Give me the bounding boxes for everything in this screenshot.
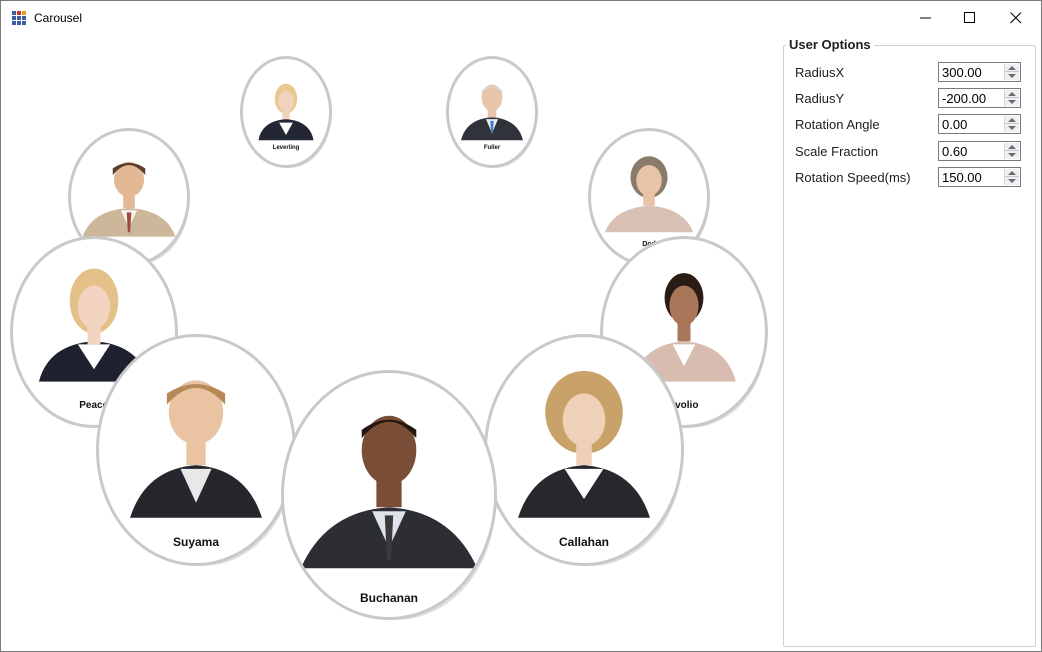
radius-x-spinner[interactable] [1004,64,1019,80]
minimize-button[interactable] [903,1,949,35]
rotation-angle-numeric[interactable]: 0.00 [938,114,1021,134]
user-options-title: User Options [786,37,874,52]
radius-y-spinner[interactable] [1004,90,1019,106]
spin-up-button[interactable] [1005,169,1019,177]
rotation-speed-value[interactable]: 150.00 [942,170,982,185]
rotation-angle-label: Rotation Angle [795,117,880,132]
carousel-item-fuller[interactable]: Fuller [446,56,538,168]
chevron-down-icon [1008,74,1016,78]
chevron-down-icon [1008,179,1016,183]
rotation-angle-spinner[interactable] [1004,116,1019,132]
close-button[interactable] [993,1,1039,35]
scale-fraction-numeric[interactable]: 0.60 [938,141,1021,161]
spin-up-button[interactable] [1005,90,1019,98]
person-photo [300,415,478,569]
chevron-down-icon [1008,153,1016,157]
radius-x-value[interactable]: 300.00 [942,65,982,80]
scale-fraction-label: Scale Fraction [795,144,879,159]
person-photo [518,370,650,518]
carousel-area[interactable]: Leverling Fuller Peaco avolio Suyama Cal… [2,36,778,650]
spin-up-button[interactable] [1005,143,1019,151]
window-title: Carousel [34,11,83,25]
scale-fraction-value[interactable]: 0.60 [942,144,967,159]
chevron-up-icon [1008,92,1016,96]
spin-down-button[interactable] [1005,72,1019,80]
title-bar[interactable]: Carousel [1,1,1041,35]
item-name-label: Suyama [172,535,220,549]
app-icon [12,11,26,25]
chevron-up-icon [1008,66,1016,70]
carousel-window: Carousel Leverling Fuller Peaco avolio S… [0,0,1042,652]
item-name-label: Fuller [483,145,501,151]
spin-down-button[interactable] [1005,124,1019,132]
chevron-down-icon [1008,126,1016,130]
spin-down-button[interactable] [1005,98,1019,106]
minimize-icon [920,17,931,19]
carousel-item-leverling[interactable]: Leverling [240,56,332,168]
carousel-item-callahan[interactable]: Callahan [484,334,684,566]
chevron-up-icon [1008,171,1016,175]
radius-x-label: RadiusX [795,65,845,80]
item-name-label: Buchanan [359,591,418,605]
user-options-group [783,45,1036,647]
scale-fraction-spinner[interactable] [1004,143,1019,159]
carousel-item-buchanan[interactable]: Buchanan [281,370,497,620]
spin-down-button[interactable] [1005,177,1019,185]
maximize-icon [964,12,975,23]
rotation-speed-label: Rotation Speed(ms) [795,170,911,185]
maximize-button[interactable] [947,1,993,35]
close-icon [1010,12,1022,24]
radius-x-numeric[interactable]: 300.00 [938,62,1021,82]
item-name-label: Leverling [272,145,300,151]
item-name-label: Callahan [558,535,609,549]
spin-up-button[interactable] [1005,64,1019,72]
spin-up-button[interactable] [1005,116,1019,124]
chevron-up-icon [1008,118,1016,122]
chevron-down-icon [1008,100,1016,104]
chevron-up-icon [1008,145,1016,149]
person-photo [130,380,262,518]
carousel-item-suyama[interactable]: Suyama [96,334,296,566]
radius-y-label: RadiusY [795,91,845,106]
rotation-angle-value[interactable]: 0.00 [942,117,967,132]
spin-down-button[interactable] [1005,151,1019,159]
rotation-speed-spinner[interactable] [1004,169,1019,185]
rotation-speed-numeric[interactable]: 150.00 [938,167,1021,187]
radius-y-value[interactable]: -200.00 [942,91,986,106]
radius-y-numeric[interactable]: -200.00 [938,88,1021,108]
